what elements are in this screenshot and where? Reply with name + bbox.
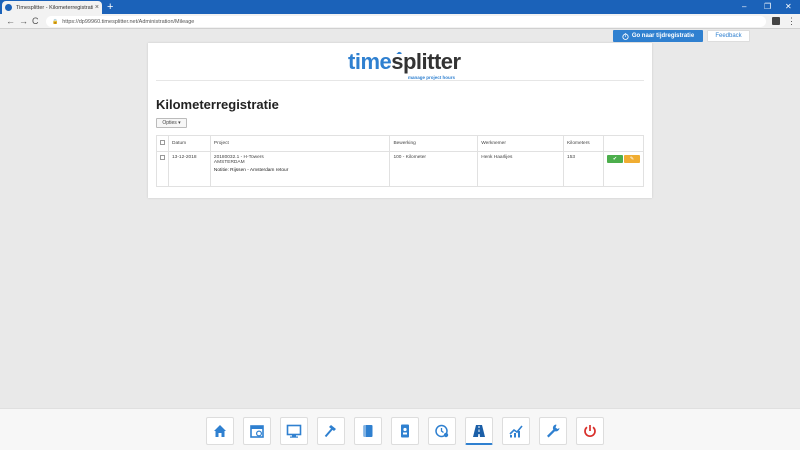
column-header-kilometers[interactable]: Kilometers [563, 135, 604, 152]
address-bar[interactable]: 🔒 https://dp99960.timesplitter.net/Admin… [46, 16, 766, 27]
timesplitter-logo: ☁ timesplitter manage project hours [348, 49, 461, 80]
main-panel: ☁ timesplitter manage project hours Kilo… [148, 43, 652, 198]
dock-logout-button[interactable] [576, 417, 604, 445]
datum-cell: 13-12-2018 [168, 151, 211, 187]
approve-button[interactable]: ✔ [607, 155, 623, 163]
restore-button[interactable]: ❐ [764, 1, 771, 12]
tab-title: Timesplitter - Kilometerregistrati [16, 4, 93, 11]
back-button[interactable]: ← [6, 15, 15, 28]
window-close-button[interactable]: ✕ [785, 1, 792, 12]
browser-tabstrip: Timesplitter - Kilometerregistrati × + –… [0, 0, 800, 14]
bewerking-cell: 100 - Kilometer [389, 151, 479, 187]
dock-hammer-button[interactable] [317, 417, 345, 445]
column-header-actions [603, 135, 644, 152]
stopwatch-icon [622, 32, 629, 40]
tab-close-icon[interactable]: × [95, 4, 99, 11]
browser-menu-button[interactable]: ⋮ [787, 15, 796, 27]
url-text: https://dp99960.timesplitter.net/Adminis… [62, 18, 195, 25]
table-row: 13-12-2018 20180032.1 - H-Towers AMSTERD… [156, 151, 644, 187]
select-all-cell [156, 135, 169, 152]
go-tijdregistratie-button[interactable]: Go naar tijdregistratie [613, 30, 703, 42]
clock-history-icon [435, 424, 449, 438]
favicon-icon [5, 4, 12, 11]
lock-icon: 🔒 [52, 18, 59, 25]
forward-button[interactable]: → [19, 15, 28, 28]
page-title: Kilometerregistratie [156, 97, 279, 112]
minimize-button[interactable]: – [742, 1, 746, 12]
kilometers-cell: 153 [563, 151, 604, 187]
go-tijdregistratie-label: Go naar tijdregistratie [631, 33, 695, 39]
chart-icon [509, 425, 523, 438]
power-icon [584, 425, 596, 438]
wrench-icon [547, 424, 560, 438]
dock-badge-button[interactable] [391, 417, 419, 445]
cloud-icon: ☁ [396, 50, 402, 56]
column-header-project[interactable]: Project [209, 135, 391, 152]
check-icon: ✔ [612, 156, 618, 162]
dock-time-history-button[interactable] [428, 417, 456, 445]
logo-text-time: time [348, 49, 392, 74]
dock-chart-button[interactable] [502, 417, 530, 445]
home-icon [214, 425, 226, 437]
hammer-icon [324, 425, 336, 438]
notebook-icon [363, 425, 373, 437]
column-header-datum[interactable]: Datum [168, 135, 211, 152]
new-tab-button[interactable]: + [107, 1, 113, 13]
browser-toolbar: ← → C 🔒 https://dp99960.timesplitter.net… [0, 14, 800, 29]
column-header-bewerking[interactable]: Bewerking [389, 135, 479, 152]
dock-settings-button[interactable] [539, 417, 567, 445]
badge-icon [401, 424, 409, 438]
project-location: AMSTERDAM [213, 160, 245, 165]
dock-mileage-button[interactable] [465, 417, 493, 445]
dock-notebook-button[interactable] [354, 417, 382, 445]
header-divider [156, 80, 644, 81]
row-checkbox[interactable] [160, 155, 165, 160]
dock-monitor-button[interactable] [280, 417, 308, 445]
dock-calendar-button[interactable] [243, 417, 271, 445]
profile-icon[interactable] [772, 17, 780, 25]
table-header-row: Datum Project Bewerking Werknemer Kilome… [156, 135, 644, 152]
actions-cell: ✔ ✎ [603, 151, 644, 187]
calendar-icon [250, 425, 264, 438]
column-header-werknemer[interactable]: Werknemer [477, 135, 565, 152]
project-notitie: Notitie: Rijssen - Amsterdam retour [213, 168, 289, 173]
options-dropdown-button[interactable]: Opties ▾ [156, 118, 187, 128]
row-select-cell [156, 151, 169, 187]
feedback-button[interactable]: Feedback [707, 30, 750, 42]
pencil-icon: ✎ [629, 156, 635, 162]
reload-button[interactable]: C [32, 15, 39, 28]
project-cell: 20180032.1 - H-Towers AMSTERDAM Notitie:… [209, 151, 391, 187]
mileage-table: Datum Project Bewerking Werknemer Kilome… [156, 135, 644, 187]
select-all-checkbox[interactable] [160, 140, 165, 145]
road-icon [473, 424, 485, 437]
monitor-icon [286, 424, 302, 438]
werknemer-cell: Henk Haarlijes [477, 151, 565, 187]
edit-button[interactable]: ✎ [624, 155, 640, 163]
browser-tab[interactable]: Timesplitter - Kilometerregistrati × [2, 1, 102, 14]
bottom-dock [0, 408, 800, 450]
dock-home-button[interactable] [206, 417, 234, 445]
